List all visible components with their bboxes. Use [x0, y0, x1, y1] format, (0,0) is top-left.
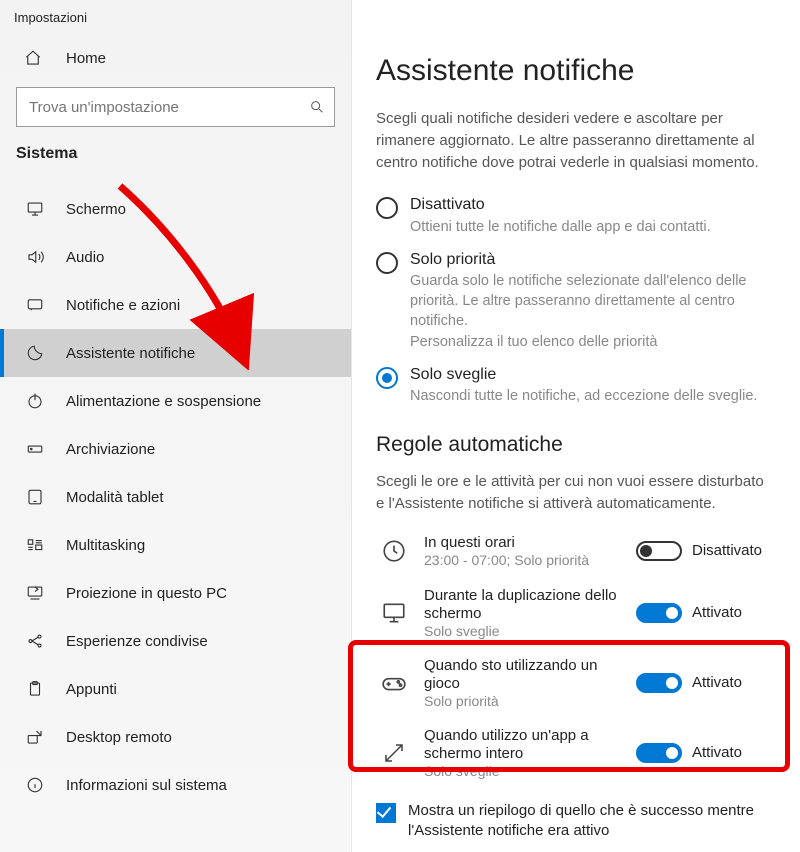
sidebar-item-notifiche[interactable]: Notifiche e azioni — [0, 281, 351, 329]
monitor-icon — [376, 595, 412, 631]
radio-description: Ottieni tutte le notifiche dalle app e d… — [410, 218, 772, 238]
page-title: Assistente notifiche — [376, 54, 772, 88]
sidebar-item-label: Schermo — [66, 201, 126, 218]
sidebar-item-label: Audio — [66, 249, 104, 266]
window-title: Impostazioni — [0, 10, 351, 33]
toggle[interactable] — [636, 541, 682, 561]
sidebar-item-label: Esperienze condivise — [66, 633, 208, 650]
radio-label: Solo priorità — [410, 250, 772, 271]
mode-radio-group: Disattivato Ottieni tutte le notifiche d… — [376, 195, 772, 407]
customize-priority-link[interactable]: Personalizza il tuo elenco delle priorit… — [410, 333, 772, 353]
toggle[interactable] — [636, 673, 682, 693]
nav-list: Schermo Audio Notifiche e azioni Assiste… — [0, 185, 351, 809]
notifications-icon — [24, 296, 46, 314]
search-icon — [309, 99, 325, 115]
radio-description: Nascondi tutte le notifiche, ad eccezion… — [410, 387, 772, 407]
sound-icon — [24, 248, 46, 266]
toggle-state: Disattivato — [692, 542, 772, 559]
clock-icon — [376, 533, 412, 569]
focus-assist-icon — [24, 344, 46, 362]
main-pane: Assistente notifiche Scegli quali notifi… — [352, 0, 800, 852]
rule-subtitle: 23:00 - 07:00; Solo priorità — [424, 552, 630, 568]
sidebar-item-label: Notifiche e azioni — [66, 297, 180, 314]
toggle-state: Attivato — [692, 604, 772, 621]
storage-icon — [24, 440, 46, 458]
rules-intro: Scegli le ore e le attività per cui non … — [376, 471, 772, 515]
sidebar-item-label: Proiezione in questo PC — [66, 585, 227, 602]
rules-list: In questi orari 23:00 - 07:00; Solo prio… — [376, 533, 772, 779]
fullscreen-icon — [376, 735, 412, 771]
rule-fullscreen-app[interactable]: Quando utilizzo un'app a schermo intero … — [376, 727, 772, 779]
radio-bullet — [376, 367, 398, 389]
rule-subtitle: Solo sveglie — [424, 623, 630, 639]
tablet-icon — [24, 488, 46, 506]
rule-subtitle: Solo sveglie — [424, 763, 630, 779]
rules-heading: Regole automatiche — [376, 433, 772, 457]
checkbox-label: Mostra un riepilogo di quello che è succ… — [408, 801, 768, 842]
rule-during-hours[interactable]: In questi orari 23:00 - 07:00; Solo prio… — [376, 533, 772, 569]
toggle-state: Attivato — [692, 674, 772, 691]
radio-description: Guarda solo le notifiche selezionate dal… — [410, 272, 772, 331]
sidebar-item-schermo[interactable]: Schermo — [0, 185, 351, 233]
shared-experiences-icon — [24, 632, 46, 650]
radio-label: Solo sveglie — [410, 365, 772, 386]
sidebar-item-alimentazione[interactable]: Alimentazione e sospensione — [0, 377, 351, 425]
remote-desktop-icon — [24, 728, 46, 746]
sidebar-item-label: Appunti — [66, 681, 117, 698]
checkbox-checked-icon — [376, 803, 396, 823]
home-label: Home — [66, 50, 106, 67]
rule-duplicating-display[interactable]: Durante la duplicazione dello schermo So… — [376, 587, 772, 639]
sidebar-item-label: Alimentazione e sospensione — [66, 393, 261, 410]
sidebar-item-label: Multitasking — [66, 537, 145, 554]
sidebar-item-appunti[interactable]: Appunti — [0, 665, 351, 713]
radio-solo-sveglie[interactable]: Solo sveglie Nascondi tutte le notifiche… — [376, 365, 772, 407]
sidebar-item-proiezione[interactable]: Proiezione in questo PC — [0, 569, 351, 617]
search-wrap — [16, 87, 335, 127]
home-icon — [24, 49, 46, 67]
rule-title: Quando sto utilizzando un gioco — [424, 657, 630, 693]
multitasking-icon — [24, 536, 46, 554]
power-icon — [24, 392, 46, 410]
radio-disattivato[interactable]: Disattivato Ottieni tutte le notifiche d… — [376, 195, 772, 237]
radio-label: Disattivato — [410, 195, 772, 216]
sidebar-item-label: Modalità tablet — [66, 489, 164, 506]
sidebar-item-esperienze[interactable]: Esperienze condivise — [0, 617, 351, 665]
sidebar-item-label: Assistente notifiche — [66, 345, 195, 362]
sidebar-item-assistente-notifiche[interactable]: Assistente notifiche — [0, 329, 351, 377]
sidebar-item-audio[interactable]: Audio — [0, 233, 351, 281]
rule-title: Durante la duplicazione dello schermo — [424, 587, 630, 623]
sidebar-item-desktop-remoto[interactable]: Desktop remoto — [0, 713, 351, 761]
sidebar-item-archiviazione[interactable]: Archiviazione — [0, 425, 351, 473]
toggle[interactable] — [636, 603, 682, 623]
sidebar-item-multitasking[interactable]: Multitasking — [0, 521, 351, 569]
group-title: Sistema — [0, 145, 351, 185]
radio-bullet — [376, 197, 398, 219]
radio-solo-priorita[interactable]: Solo priorità Guarda solo le notifiche s… — [376, 250, 772, 353]
toggle[interactable] — [636, 743, 682, 763]
home-button[interactable]: Home — [0, 33, 351, 83]
sidebar-item-label: Informazioni sul sistema — [66, 777, 227, 794]
clipboard-icon — [24, 680, 46, 698]
summary-checkbox-row[interactable]: Mostra un riepilogo di quello che è succ… — [376, 801, 772, 842]
gamepad-icon — [376, 665, 412, 701]
search-input[interactable] — [16, 87, 335, 127]
display-icon — [24, 200, 46, 218]
intro-text: Scegli quali notifiche desideri vedere e… — [376, 108, 772, 173]
rule-title: In questi orari — [424, 534, 630, 552]
sidebar-item-info[interactable]: Informazioni sul sistema — [0, 761, 351, 809]
rule-subtitle: Solo priorità — [424, 693, 630, 709]
sidebar-item-label: Archiviazione — [66, 441, 155, 458]
rule-playing-game[interactable]: Quando sto utilizzando un gioco Solo pri… — [376, 657, 772, 709]
sidebar: Impostazioni Home Sistema Schermo Audio — [0, 0, 352, 852]
about-icon — [24, 776, 46, 794]
radio-bullet — [376, 252, 398, 274]
sidebar-item-tablet[interactable]: Modalità tablet — [0, 473, 351, 521]
rule-title: Quando utilizzo un'app a schermo intero — [424, 727, 630, 763]
projecting-icon — [24, 584, 46, 602]
toggle-state: Attivato — [692, 744, 772, 761]
sidebar-item-label: Desktop remoto — [66, 729, 172, 746]
